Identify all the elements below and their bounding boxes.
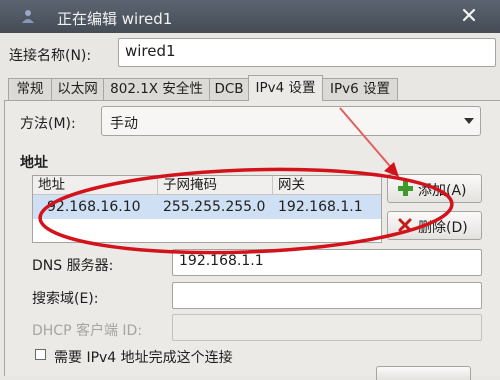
tab-label: 802.1X 安全性 (110, 81, 203, 97)
cell-address[interactable]: 92.168.16.10 (47, 199, 141, 215)
dns-servers-label: DNS 服务器: (32, 258, 114, 274)
address-table[interactable]: 地址 子网掩码 网关 92.168.16.10 255.255.255.0 19… (32, 175, 382, 243)
method-select[interactable]: 手动 (101, 106, 481, 136)
tab-label: IPv4 设置 (255, 80, 316, 96)
search-domain-input[interactable] (172, 282, 482, 309)
tab-label: DCB (214, 81, 244, 97)
window-title: 正在编辑 wired1 (57, 10, 173, 28)
delete-button[interactable]: 删除(D) (387, 211, 482, 240)
title-bar: 正在编辑 wired1 (0, 0, 500, 33)
require-ipv4-checkbox[interactable] (35, 349, 46, 360)
tab-general[interactable]: 常规 (8, 78, 52, 100)
require-ipv4-label[interactable]: 需要 IPv4 地址完成这个连接 (54, 347, 233, 367)
column-header-label: 网关 (278, 177, 305, 193)
tab-8021x-security[interactable]: 802.1X 安全性 (103, 78, 210, 100)
add-button-label: 添加(A) (418, 183, 467, 199)
connection-name-value: wired1 (125, 42, 176, 60)
column-header-label: 地址 (38, 177, 65, 193)
address-section-label: 地址 (20, 155, 48, 171)
column-header-gateway[interactable]: 网关 (273, 176, 381, 195)
dhcp-client-id-input[interactable] (172, 314, 482, 341)
method-label: 方法(M): (20, 116, 76, 132)
tab-label: 常规 (16, 81, 44, 97)
tab-ethernet[interactable]: 以太网 (51, 78, 104, 100)
column-header-netmask[interactable]: 子网掩码 (158, 176, 273, 195)
x-icon (398, 218, 412, 232)
connection-name-input[interactable]: wired1 (118, 38, 496, 67)
table-row[interactable]: 92.168.16.10 255.255.255.0 192.168.1.1 (33, 195, 381, 219)
network-app-icon (22, 10, 34, 23)
plus-icon (398, 181, 413, 196)
tab-ipv6-settings[interactable]: IPv6 设置 (322, 78, 398, 100)
search-domain-label: 搜索域(E): (32, 291, 99, 307)
delete-button-label: 删除(D) (418, 220, 468, 236)
tab-label: IPv6 设置 (330, 81, 390, 97)
add-button[interactable]: 添加(A) (387, 174, 482, 203)
tab-dcb[interactable]: DCB (209, 78, 249, 100)
cell-gateway[interactable]: 192.168.1.1 (278, 199, 363, 215)
cell-netmask[interactable]: 255.255.255.0 (163, 199, 265, 215)
dhcp-client-id-label: DHCP 客户端 ID: (32, 323, 143, 339)
tab-label: 以太网 (57, 81, 98, 97)
tab-ipv4-settings[interactable]: IPv4 设置 (248, 75, 323, 101)
dropdown-arrow-icon (464, 118, 474, 124)
dns-servers-value: 192.168.1.1 (179, 253, 264, 269)
column-header-label: 子网掩码 (163, 177, 217, 193)
dns-servers-input[interactable]: 192.168.1.1 (172, 249, 482, 276)
connection-name-label: 连接名称(N): (9, 48, 92, 64)
method-value: 手动 (110, 116, 138, 132)
close-icon[interactable] (458, 4, 480, 26)
bottom-button-partial[interactable] (376, 366, 471, 380)
column-header-address[interactable]: 地址 (33, 176, 158, 195)
